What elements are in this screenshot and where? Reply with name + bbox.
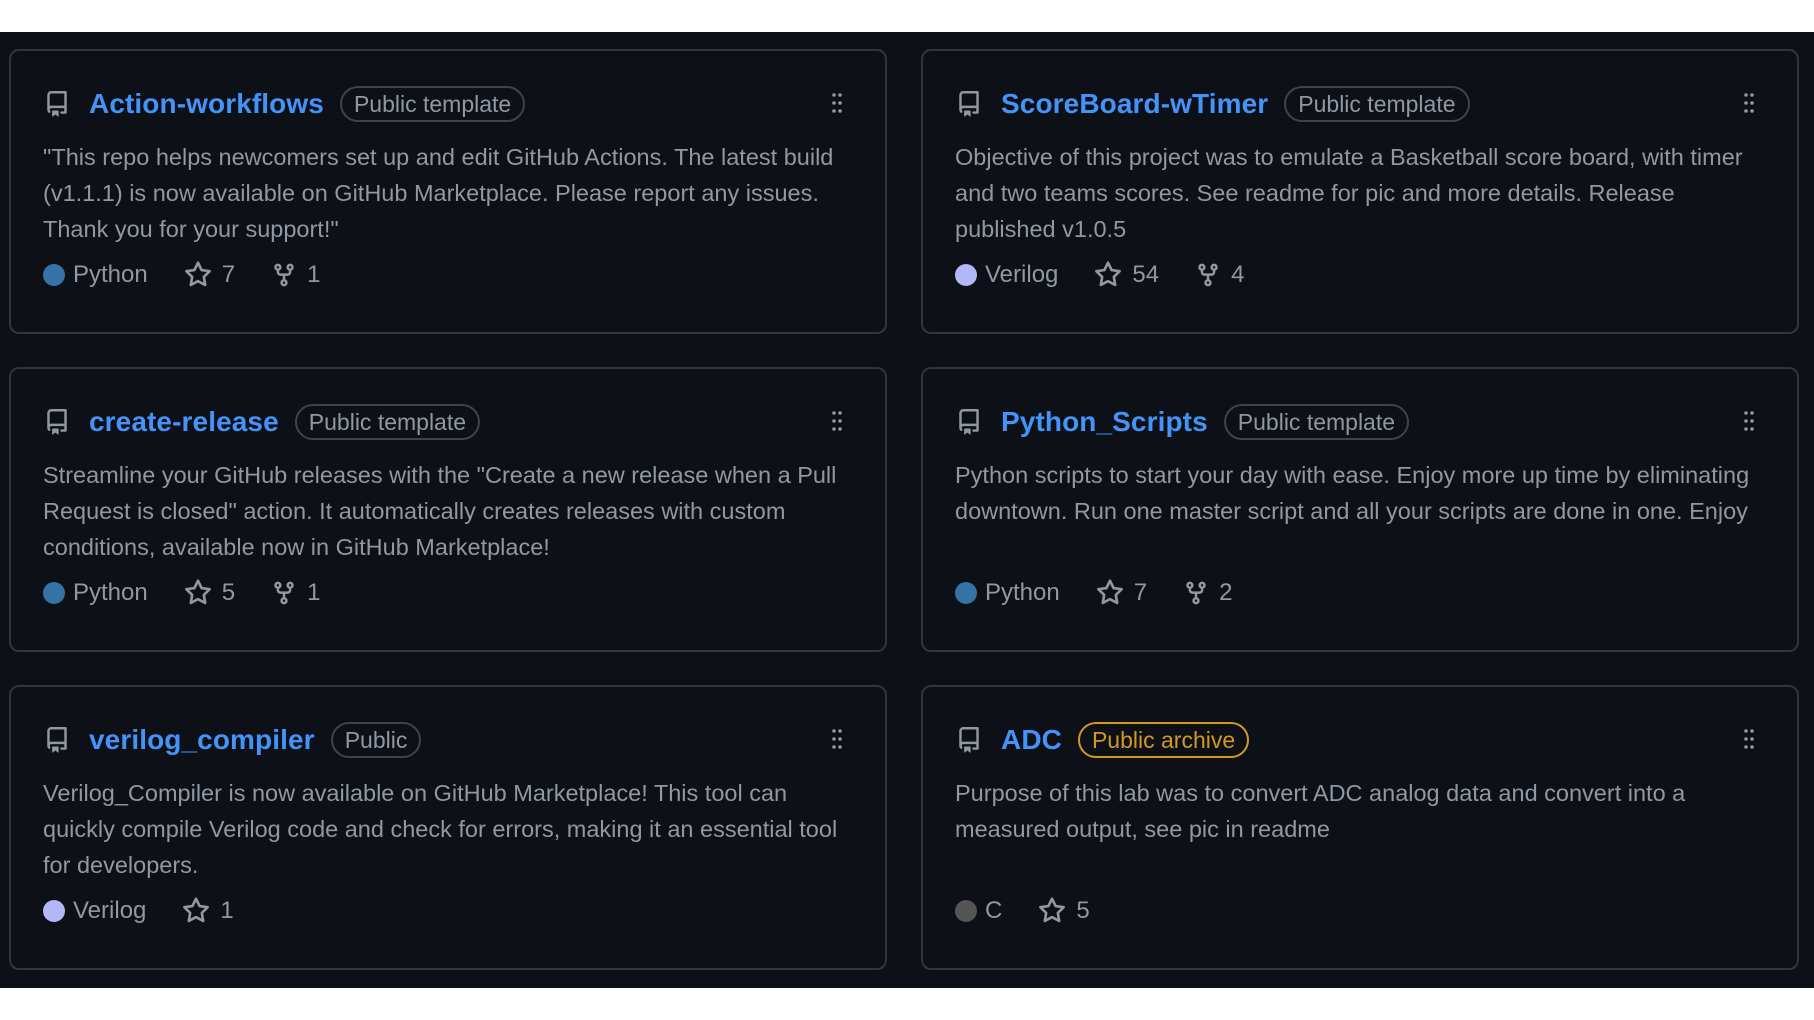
card-header: verilog_compiler Public [43,721,851,759]
pinned-repo-card: create-release Public template Streamlin… [9,367,887,652]
star-icon [183,897,210,923]
repo-icon [955,88,983,120]
stargazers-link[interactable]: 7 [1096,579,1147,607]
repo-description: Purpose of this lab was to convert ADC a… [955,780,1686,842]
repo-name-link[interactable]: ADC [1001,724,1062,756]
repo-language: Python [955,579,1060,607]
card-header: Action-workflows Public template [43,85,851,123]
language-color-dot [43,900,65,922]
repo-name-link[interactable]: Action-workflows [89,88,324,120]
star-count: 5 [1076,897,1090,924]
repo-meta: Python 7 1 [43,257,851,293]
language-label: C [985,897,1003,924]
repo-description: Verilog_Compiler is now available on Git… [43,780,838,878]
language-color-dot [955,264,977,286]
repo-language: C [955,897,1002,925]
drag-handle-icon[interactable] [829,727,845,751]
fork-icon [274,581,294,605]
visibility-badge: Public template [1223,404,1410,440]
drag-handle-icon[interactable] [829,91,845,115]
fork-count: 2 [1219,579,1233,606]
fork-count: 4 [1231,261,1245,288]
pinned-repo-card: ADC Public archive Purpose of this lab w… [921,685,1799,970]
language-label: Python [73,261,148,288]
star-count: 7 [1133,579,1148,606]
repo-meta: Verilog 54 4 [955,257,1763,293]
stargazers-link[interactable]: 7 [184,261,235,289]
repo-icon [43,724,71,756]
repo-language: Verilog [43,897,146,925]
repo-icon [955,724,983,756]
repo-description: Python scripts to start your day with ea… [955,462,1750,524]
star-count: 7 [221,261,236,288]
star-icon [1039,897,1066,923]
repo-icon [43,88,71,120]
repo-description: "This repo helps newcomers set up and ed… [43,144,834,242]
star-icon [184,261,211,287]
repo-name-link[interactable]: ScoreBoard-wTimer [1001,88,1268,120]
drag-handle-icon[interactable] [1741,727,1757,751]
forks-link[interactable]: 2 [1183,579,1232,607]
fork-icon [274,263,294,287]
repo-meta: Python 7 2 [955,575,1763,611]
stargazers-link[interactable]: 1 [182,897,234,925]
visibility-badge: Public template [339,86,526,122]
repo-description: Streamline your GitHub releases with the… [43,462,837,560]
card-header: ADC Public archive [955,721,1763,759]
fork-count: 1 [307,261,321,288]
star-icon [1095,261,1122,287]
language-label: Python [73,579,148,606]
language-label: Verilog [73,897,147,924]
visibility-badge: Public [330,722,422,758]
forks-link[interactable]: 4 [1195,261,1244,289]
visibility-badge: Public archive [1077,722,1250,758]
visibility-badge: Public template [1284,86,1470,122]
repo-name-link[interactable]: verilog_compiler [89,724,315,756]
forks-link[interactable]: 1 [271,579,320,607]
language-color-dot [955,582,977,604]
language-color-dot [955,900,977,922]
repo-meta: Verilog 1 [43,893,851,929]
star-icon [1096,579,1123,605]
language-label: Verilog [985,261,1059,288]
pinned-repositories-grid: Action-workflows Public template "This r… [9,49,1799,970]
language-color-dot [43,264,65,286]
pinned-repo-card: Action-workflows Public template "This r… [9,49,887,334]
repo-icon [955,406,983,438]
fork-count: 1 [307,579,321,606]
repo-language: Python [43,261,148,289]
drag-handle-icon[interactable] [1741,91,1757,115]
forks-link[interactable]: 1 [271,261,320,289]
language-color-dot [43,582,65,604]
pinned-repo-card: verilog_compiler Public Verilog_Compiler… [9,685,887,970]
stargazers-link[interactable]: 5 [184,579,235,607]
drag-handle-icon[interactable] [1741,409,1757,433]
language-label: Python [985,579,1060,606]
drag-handle-icon[interactable] [829,409,845,433]
repo-icon [43,406,71,438]
pinned-repo-card: Python_Scripts Public template Python sc… [921,367,1799,652]
repo-language: Python [43,579,148,607]
star-count: 5 [221,579,236,606]
repo-description: Objective of this project was to emulate… [955,144,1743,242]
pinned-repo-card: ScoreBoard-wTimer Public template Object… [921,49,1799,334]
fork-icon [1186,581,1206,605]
fork-icon [1198,263,1218,287]
repo-meta: Python 5 1 [43,575,851,611]
star-icon [184,579,211,605]
repo-name-link[interactable]: Python_Scripts [1001,406,1208,438]
card-header: Python_Scripts Public template [955,403,1763,441]
repo-language: Verilog [955,261,1058,289]
card-header: ScoreBoard-wTimer Public template [955,85,1763,123]
stargazers-link[interactable]: 54 [1094,261,1159,289]
repo-name-link[interactable]: create-release [89,406,279,438]
card-header: create-release Public template [43,403,851,441]
repo-meta: C 5 [955,893,1763,929]
star-count: 1 [220,897,234,924]
visibility-badge: Public template [294,404,481,440]
star-count: 54 [1132,261,1160,288]
stargazers-link[interactable]: 5 [1038,897,1090,925]
pinned-repositories-board: Action-workflows Public template "This r… [0,32,1814,988]
